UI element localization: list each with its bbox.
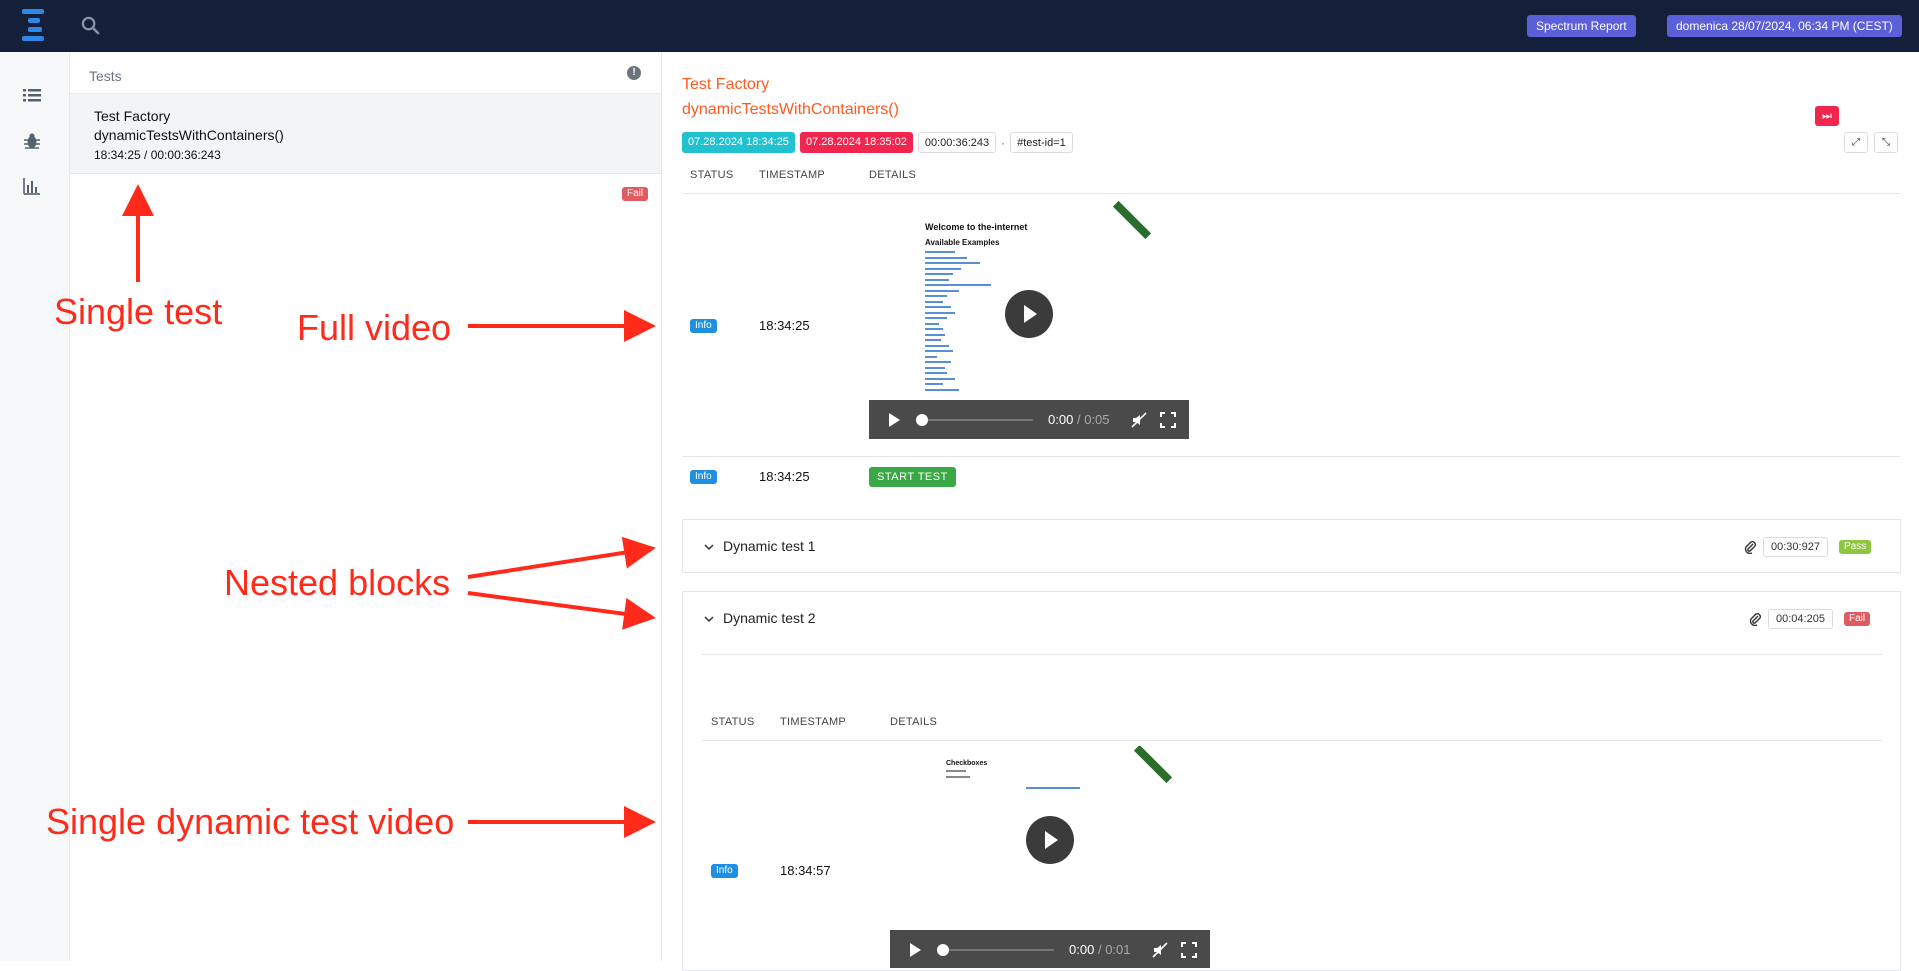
annotation-single-test: Single test — [54, 291, 223, 332]
annotation-nested-blocks: Nested blocks — [224, 562, 451, 603]
arrow-nested-block-1 — [467, 536, 656, 579]
arrow-nested-block-2 — [467, 591, 656, 630]
annotation-single-dynamic-test-video: Single dynamic test video — [46, 801, 455, 842]
annotation-full-video: Full video — [297, 307, 452, 348]
